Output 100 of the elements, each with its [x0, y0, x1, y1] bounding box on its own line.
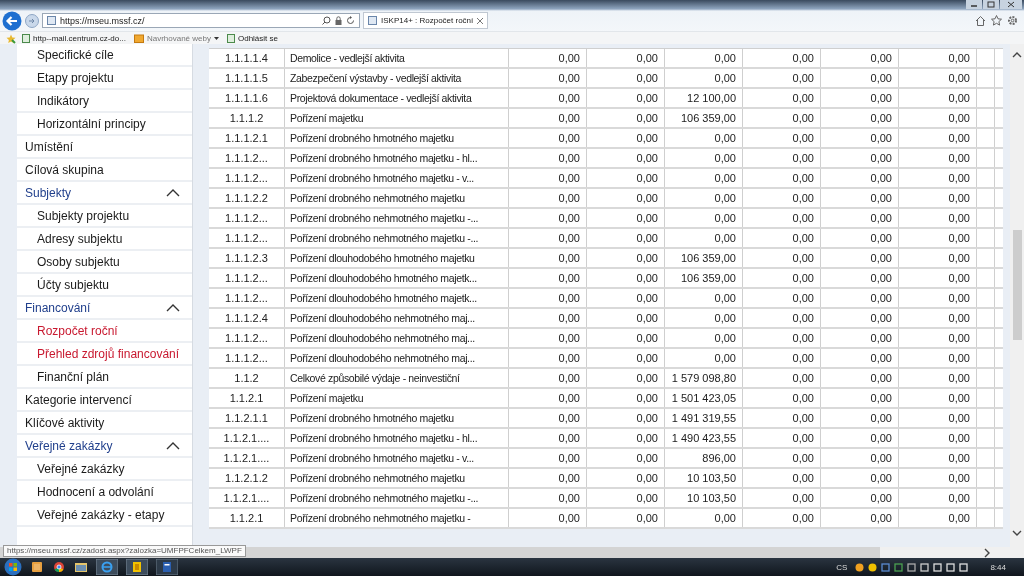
table-cell: 0,00 [821, 309, 899, 327]
table-cell: 0,00 [509, 249, 587, 267]
internet-explorer-icon[interactable] [96, 559, 118, 575]
table-cell: 0,00 [665, 209, 743, 227]
table-cell: 0,00 [509, 509, 587, 527]
table-cell: 1 491 319,55 [665, 409, 743, 427]
start-icon[interactable] [4, 558, 22, 576]
chrome-icon[interactable] [52, 560, 66, 574]
row-code: 1.1.2.1.... [209, 449, 285, 467]
table-cell: 0,00 [587, 249, 665, 267]
taskbar-app-icon[interactable] [30, 560, 44, 574]
sidebar-item[interactable]: Finanční plán [17, 366, 192, 389]
table-cell: 0,00 [587, 429, 665, 447]
table-cell: 0,00 [509, 309, 587, 327]
sidebar-item[interactable]: Etapy projektu [17, 67, 192, 90]
row-code: 1.1.2.1.1 [209, 409, 285, 427]
sidebar-section[interactable]: Veřejné zakázky [17, 435, 192, 458]
table-cell: 0,00 [821, 129, 899, 147]
row-name: Pořízení dlouhodobého nehmotného maj... [285, 309, 509, 327]
notes-icon[interactable] [126, 559, 148, 575]
table-cell: 0,00 [821, 489, 899, 507]
row-name: Pořízení drobného nehmotného majetku -... [285, 229, 509, 247]
sidebar-section[interactable]: Subjekty [17, 182, 192, 205]
scroll-right-icon[interactable] [984, 547, 990, 558]
table-cell: 0,00 [821, 249, 899, 267]
table-cell: 1 501 423,05 [665, 389, 743, 407]
sidebar-item[interactable]: Horizontální principy [17, 113, 192, 136]
sidebar-item[interactable]: Indikátory [17, 90, 192, 113]
sidebar-item[interactable]: Účty subjektu [17, 274, 192, 297]
table-cell: 0,00 [587, 509, 665, 527]
sidebar-item[interactable]: Veřejné zakázky - etapy [17, 504, 192, 527]
row-name: Pořízení drobného hmotného majetku - v... [285, 449, 509, 467]
sidebar-item[interactable]: Specifické cíle [17, 44, 192, 67]
favorites-link[interactable]: Navrhované weby [131, 34, 221, 43]
table-cell: 0,00 [821, 269, 899, 287]
sidebar-section[interactable]: Financování [17, 297, 192, 320]
row-name: Pořízení drobného hmotného majetku - hl... [285, 149, 509, 167]
table-cell: 0,00 [743, 129, 821, 147]
vertical-scrollbar[interactable] [1010, 44, 1024, 547]
sidebar-item[interactable]: Cílová skupina [17, 159, 192, 182]
star-icon[interactable] [991, 15, 1002, 26]
language-indicator[interactable]: CS [836, 562, 848, 572]
document-icon[interactable] [156, 559, 178, 575]
table-cell: 0,00 [509, 269, 587, 287]
sidebar-item[interactable]: Hodnocení a odvolání [17, 481, 192, 504]
minimize-icon[interactable] [966, 0, 982, 9]
row-code: 1.1.1.2... [209, 209, 285, 227]
address-bar[interactable]: https://mseu.mssf.cz/ [42, 13, 360, 28]
scroll-up-icon[interactable] [1012, 52, 1022, 58]
chevron-up-icon[interactable] [166, 303, 180, 312]
table-cell: 0,00 [509, 49, 587, 67]
sidebar-item[interactable]: Umístění [17, 136, 192, 159]
sidebar-item[interactable]: Klíčové aktivity [17, 412, 192, 435]
row-name: Pořízení majetku [285, 109, 509, 127]
table-cell: 0,00 [743, 349, 821, 367]
sidebar-item[interactable]: Rozpočet roční [17, 320, 192, 343]
table-cell: 106 359,00 [665, 249, 743, 267]
sidebar-item[interactable]: Veřejné zakázky [17, 458, 192, 481]
table-cell: 0,00 [821, 409, 899, 427]
sidebar-item[interactable]: Kategorie intervencí [17, 389, 192, 412]
browser-tab[interactable]: ISKP14+ : Rozpočet roční [363, 12, 489, 29]
row-name: Pořízení drobného hmotného majetku [285, 409, 509, 427]
refresh-icon[interactable] [346, 16, 355, 25]
table-cell: 0,00 [899, 189, 977, 207]
favorites-link[interactable]: Odhlásit se [224, 34, 280, 43]
favorites-link[interactable]: http--mail.centrum.cz-do... [20, 34, 128, 43]
home-icon[interactable] [975, 15, 986, 26]
table-cell: 0,00 [587, 389, 665, 407]
sidebar-item[interactable]: Subjekty projektu [17, 205, 192, 228]
maximize-icon[interactable] [983, 0, 999, 9]
table-cell: 0,00 [821, 289, 899, 307]
scroll-thumb[interactable] [1012, 230, 1022, 340]
row-name: Celkové způsobilé výdaje - neinvestiční [285, 369, 509, 387]
chevron-up-icon[interactable] [166, 441, 180, 450]
table-cell: 0,00 [821, 429, 899, 447]
scroll-down-icon[interactable] [1012, 530, 1022, 536]
sidebar-item[interactable]: Osoby subjektu [17, 251, 192, 274]
settings-icon[interactable] [1007, 15, 1018, 26]
status-url-tooltip: https://mseu.mssf.cz/zadost.aspx?zalozka=UMFPFCelkem_LWPF [3, 545, 246, 557]
table-cell: 0,00 [821, 349, 899, 367]
search-icon[interactable] [322, 16, 331, 25]
back-icon[interactable] [2, 10, 22, 31]
sidebar-item[interactable]: Adresy subjektu [17, 228, 192, 251]
table-cell: 0,00 [899, 269, 977, 287]
table-cell: 0,00 [821, 449, 899, 467]
table-cell: 0,00 [587, 69, 665, 87]
coin-icon[interactable] [855, 562, 865, 572]
close-icon[interactable] [1000, 0, 1022, 9]
table-cell: 10 103,50 [665, 489, 743, 507]
table-cell: 0,00 [743, 489, 821, 507]
close-icon[interactable] [477, 17, 484, 24]
sidebar-item[interactable]: Přehled zdrojů financování [17, 343, 192, 366]
row-code: 1.1.1.2.4 [209, 309, 285, 327]
row-code: 1.1.1.2... [209, 229, 285, 247]
clock[interactable]: 8:44 [990, 562, 1006, 572]
table-cell: 0,00 [509, 69, 587, 87]
folder-icon[interactable] [74, 560, 88, 574]
table-cell: 0,00 [665, 49, 743, 67]
table-cell: 0,00 [821, 509, 899, 527]
chevron-up-icon[interactable] [166, 188, 180, 197]
